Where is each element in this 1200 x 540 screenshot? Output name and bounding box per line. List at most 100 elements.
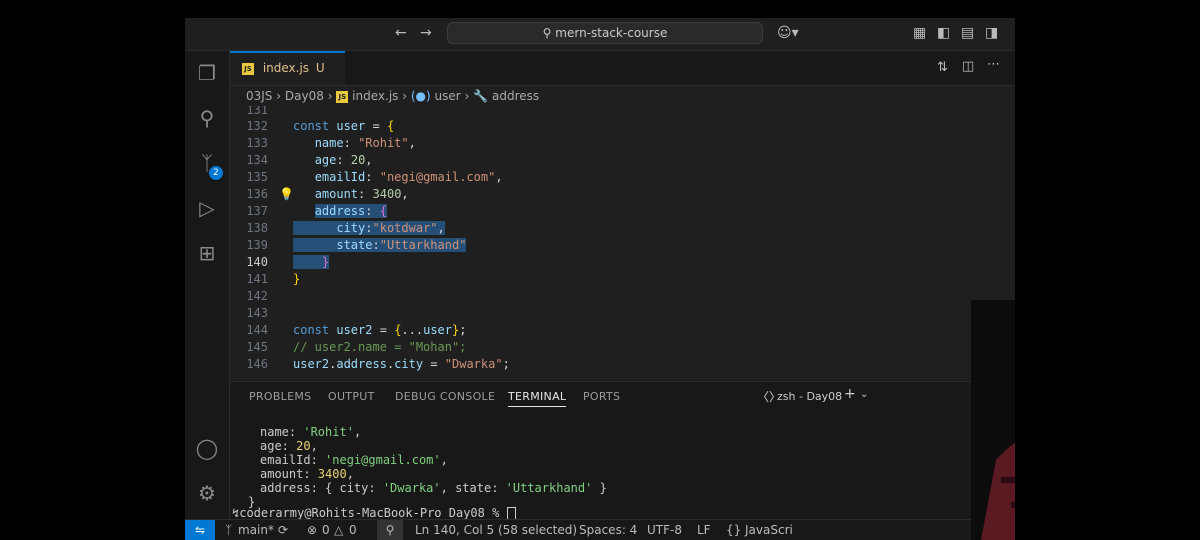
search-text: mern-stack-course [555, 26, 668, 40]
breadcrumb-symbol[interactable]: address [492, 89, 539, 103]
git-branch[interactable]: main* [238, 520, 274, 540]
line-number: 140 [246, 255, 268, 269]
code-line: emailId: "negi@gmail.com", [314, 170, 503, 184]
code-line: age: 20, [314, 153, 373, 167]
sync-icon[interactable]: ⟳ [278, 520, 288, 540]
arrow-right-icon[interactable]: → [420, 25, 432, 41]
toggle-sidebar-icon[interactable]: ◧ [937, 25, 950, 41]
code-line: state:"Uttarkhand" [293, 237, 467, 254]
remote-indicator-icon[interactable]: ⇋ [185, 520, 215, 540]
code-line: } [293, 272, 301, 286]
extensions-icon[interactable]: ⊞ [195, 241, 219, 265]
arrow-left-icon[interactable]: ← [395, 25, 407, 41]
line-number: 146 [246, 357, 268, 371]
breadcrumb-symbol[interactable]: user [435, 89, 461, 103]
line-number: 132 [246, 119, 268, 133]
breadcrumb-separator: › [402, 89, 408, 103]
line-number: 134 [246, 153, 268, 167]
line-number: 143 [246, 306, 268, 320]
warning-count: 0 [349, 523, 357, 537]
more-actions-icon[interactable]: ⋯ [987, 57, 1000, 72]
line-number: 144 [246, 323, 268, 337]
error-icon[interactable]: ⊗ [307, 520, 317, 540]
variable-icon: (●) [410, 89, 431, 103]
indentation[interactable]: Spaces: 4 [579, 520, 637, 540]
vscode-window: ← → ⚲ mern-stack-course ☺▾ ▦ ◧ ▤ ◨ ❐ ⚲ ᛉ… [185, 0, 1015, 540]
code-line: name: "Rohit", [314, 136, 416, 150]
add-terminal-icon[interactable]: + [844, 386, 856, 402]
encoding[interactable]: UTF-8 [647, 520, 682, 540]
source-control-badge: 2 [209, 166, 223, 180]
tab-status: U [315, 61, 325, 75]
tab-terminal[interactable]: TERMINAL [508, 390, 567, 407]
wrench-icon: 🔧 [473, 89, 489, 103]
javascript-file-icon: JS [242, 62, 254, 75]
terminal-line: age: 20, [260, 439, 318, 453]
tab-output[interactable]: OUTPUT [328, 390, 375, 403]
presenter-image [971, 300, 1015, 540]
breadcrumb-file[interactable]: index.js [352, 89, 398, 103]
copilot-icon[interactable]: ☺▾ [777, 25, 799, 41]
tab-debug-console[interactable]: DEBUG CONSOLE [395, 390, 495, 403]
code-line: user2.address.city = "Dwarka"; [293, 357, 510, 371]
open-changes-icon[interactable]: ⇅ [937, 60, 948, 75]
tab-problems[interactable]: PROBLEMS [249, 390, 311, 403]
terminal-name[interactable]: zsh - Day08 [777, 390, 842, 403]
cursor-position[interactable]: Ln 140, Col 5 (58 selected) [415, 520, 577, 540]
breadcrumb-separator: › [327, 89, 333, 103]
line-number: 138 [246, 221, 268, 235]
screen-top-bar [185, 0, 1015, 18]
line-number: 133 [246, 136, 268, 150]
code-line: const user = { [293, 119, 395, 133]
customize-layout-icon[interactable]: ▦ [913, 25, 926, 41]
javascript-file-icon: JS [336, 90, 349, 103]
code-line: amount: 3400, [314, 187, 409, 201]
toggle-panel-icon[interactable]: ▤ [961, 25, 974, 41]
line-number: 135 [246, 170, 268, 184]
editor-tab-bar: JS index.js U × ⇅ ◫ ⋯ [230, 51, 1015, 105]
settings-gear-icon[interactable]: ⚙ [195, 481, 219, 505]
account-icon[interactable]: ◯ [195, 436, 219, 460]
terminal-line: name: 'Rohit', [260, 425, 362, 439]
language-braces-icon: {} [726, 523, 742, 537]
line-ending[interactable]: LF [697, 520, 711, 540]
lightbulb-icon[interactable]: 💡 [279, 186, 294, 203]
error-count: 0 [322, 523, 330, 537]
git-branch-icon: ᛉ [225, 523, 233, 537]
chevron-down-icon[interactable]: ⌄ [860, 389, 868, 400]
line-number: 137 [246, 204, 268, 218]
code-line: // user2.name = "Mohan"; [293, 340, 467, 354]
tab-index-js[interactable]: JS index.js U × [230, 51, 345, 105]
title-bar: ← → ⚲ mern-stack-course ☺▾ ▦ ◧ ▤ ◨ [185, 18, 1015, 51]
language-mode[interactable]: JavaScri [745, 520, 793, 540]
breadcrumb-folder[interactable]: 03JS [246, 89, 272, 103]
code-line: const user2 = {...user}; [293, 323, 467, 337]
line-number: 145 [246, 340, 268, 354]
run-debug-icon[interactable]: ▷ [195, 196, 219, 220]
search-icon[interactable]: ⚲ [195, 106, 219, 130]
command-center-search[interactable]: ⚲ mern-stack-course [447, 22, 763, 44]
bottom-panel: PROBLEMS OUTPUT DEBUG CONSOLE TERMINAL P… [230, 381, 1015, 520]
split-editor-icon[interactable]: ◫ [962, 59, 974, 74]
line-number: 136 [246, 187, 268, 201]
breadcrumb: 03JS › Day08 › JS index.js › (●) user › … [230, 86, 1015, 106]
webcam-overlay [971, 300, 1015, 540]
terminal-line: emailId: 'negi@gmail.com', [260, 453, 448, 467]
line-number: 141 [246, 272, 268, 286]
activity-bar: ❐ ⚲ ᛉ 2 ▷ ⊞ ◯ ⚙ [185, 51, 230, 519]
tab-ports[interactable]: PORTS [583, 390, 620, 403]
zoom-icon[interactable]: ⚲ [377, 520, 403, 540]
toggle-secondary-sidebar-icon[interactable]: ◨ [985, 25, 998, 41]
terminal-line: address: { city: 'Dwarka', state: 'Uttar… [260, 481, 607, 495]
terminal-line: amount: 3400, [260, 467, 354, 481]
explorer-icon[interactable]: ❐ [195, 61, 219, 85]
terminal-prompt[interactable]: ↯coderarmy@Rohits-MacBook-Pro Day08 % [232, 506, 516, 520]
line-number: 139 [246, 238, 268, 252]
warning-icon[interactable]: △ [334, 520, 343, 540]
code-line: address: { [314, 204, 387, 218]
code-editor[interactable]: 131 132 const user = { 133 name: "Rohit",… [230, 106, 1015, 380]
breadcrumb-folder[interactable]: Day08 [285, 89, 324, 103]
status-bar: ⇋ ᛉ main* ⟳ ⊗ 0 △ 0 ⚲ Ln 140, Col 5 (58 … [185, 519, 1015, 540]
search-icon: ⚲ [542, 26, 552, 40]
breadcrumb-separator: › [276, 89, 282, 103]
